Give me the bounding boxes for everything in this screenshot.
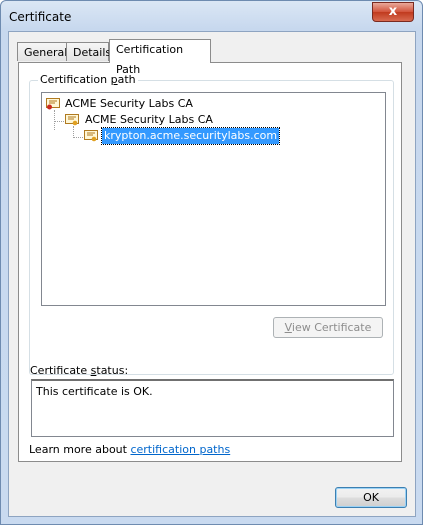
certificate-status-label: Certificate status: <box>30 364 129 377</box>
window-title: Certificate <box>9 10 72 24</box>
tree-item-label-selected: krypton.acme.securitylabs.com <box>100 127 281 145</box>
certification-path-tree[interactable]: ACME Security Labs CA ACME Security Labs… <box>41 92 386 306</box>
tree-connector <box>73 137 83 138</box>
certification-paths-link[interactable]: certification paths <box>130 443 230 456</box>
view-certificate-button[interactable]: View Certificate <box>273 317 383 338</box>
tab-certification-path[interactable]: Certification Path <box>109 39 211 76</box>
tree-connector <box>54 110 55 130</box>
tab-general-label: General <box>24 46 68 59</box>
certificate-dialog: Certificate x General Details Certificat… <box>0 0 423 525</box>
certificate-root-icon <box>46 98 60 110</box>
close-icon: x <box>388 4 398 19</box>
tab-details[interactable]: Details <box>66 42 112 61</box>
tab-details-label: Details <box>73 46 112 59</box>
close-button[interactable]: x <box>372 2 414 22</box>
certificate-status-box[interactable]: This certificate is OK. <box>31 379 394 437</box>
certificate-icon <box>65 114 79 126</box>
title-bar[interactable]: Certificate x <box>1 1 422 31</box>
certificate-icon <box>84 130 98 142</box>
certificate-status-text: This certificate is OK. <box>36 385 153 398</box>
tree-connector <box>54 121 64 122</box>
learn-more-text: Learn more about certification paths <box>29 443 231 456</box>
ok-button[interactable]: OK <box>335 487 407 508</box>
tab-general[interactable]: General <box>17 42 67 61</box>
tree-item-label: ACME Security Labs CA <box>85 113 213 126</box>
ok-button-label: OK <box>363 491 379 504</box>
dialog-client-area: General Details Certification Path Certi… <box>8 31 416 517</box>
tree-item-label: ACME Security Labs CA <box>65 97 193 110</box>
